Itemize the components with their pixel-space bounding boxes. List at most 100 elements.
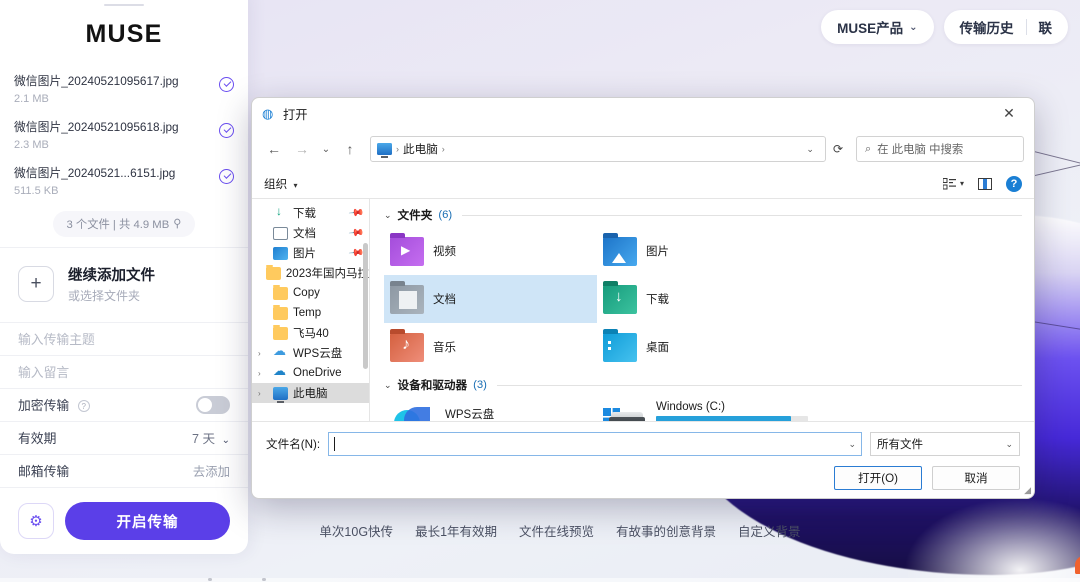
chevron-down-icon: ▾	[293, 180, 298, 190]
refresh-icon[interactable]: ⟳	[830, 142, 846, 156]
drives-grid: WPS云盘 双击进入WPS云盘 Windows (C:) 12.3 GB 可用，…	[384, 397, 1022, 421]
question-icon[interactable]: ?	[77, 400, 90, 413]
encrypt-label: 加密传输	[18, 398, 70, 414]
tree-item-marathon[interactable]: 2023年国内马拉	[252, 263, 369, 283]
desktop-folder-icon	[603, 328, 637, 362]
tile-label: 图片	[646, 246, 669, 258]
transfer-history-label: 传输历史	[959, 21, 1014, 36]
file-type-filter[interactable]: 所有文件 ⌄	[870, 432, 1020, 456]
tree-arrow[interactable]: ›	[258, 369, 268, 378]
music-folder-icon	[390, 328, 424, 362]
tree-arrow[interactable]: ›	[258, 389, 268, 398]
folder-tile-downloads[interactable]: 下载	[597, 275, 810, 323]
list-item[interactable]: 微信图片_20240521...6151.jpg 511.5 KB	[14, 159, 234, 205]
feature-strip: 单次10G快传 最长1年有效期 文件在线预览 有故事的创意背景 自定义背景	[250, 521, 870, 540]
tree-item-downloads[interactable]: 下载 📌	[252, 203, 369, 223]
folders-group-header[interactable]: ⌄ 文件夹 (6)	[384, 207, 1022, 223]
tree-item-temp[interactable]: Temp	[252, 303, 369, 323]
list-item[interactable]: 微信图片_20240521095618.jpg 2.3 MB	[14, 113, 234, 159]
forward-button[interactable]: →	[290, 136, 314, 162]
filter-value: 所有文件	[877, 439, 923, 451]
folder-tile-desktop[interactable]: 桌面	[597, 323, 810, 371]
resize-grip-icon[interactable]: ◢	[1024, 485, 1031, 496]
email-add-link[interactable]: 去添加	[193, 462, 230, 480]
add-files-row[interactable]: + 继续添加文件 或选择文件夹	[0, 248, 248, 323]
back-button[interactable]: ←	[262, 136, 286, 162]
pin-icon: 📌	[347, 204, 365, 222]
chevron-down-icon[interactable]: ⌄	[848, 439, 856, 450]
tree-item-label: 2023年国内马拉	[285, 268, 369, 280]
organize-menu[interactable]: 组织 ▾	[264, 176, 297, 192]
tree-item-copy[interactable]: Copy	[252, 283, 369, 303]
cancel-button[interactable]: 取消	[932, 466, 1020, 490]
help-icon[interactable]: ?	[1006, 175, 1022, 192]
subject-input[interactable]: 输入传输主题	[0, 323, 248, 356]
folder-tile-documents[interactable]: 文档	[384, 275, 597, 323]
validity-row[interactable]: 有效期 7 天 ⌄	[0, 422, 248, 455]
tree-item-pictures[interactable]: 图片 📌	[252, 243, 369, 263]
encrypt-label-wrap: 加密传输 ?	[18, 395, 90, 414]
tree-item-onedrive[interactable]: › OneDrive	[252, 363, 369, 383]
drive-tile-windows-c[interactable]: Windows (C:) 12.3 GB 可用，共 119 GB	[597, 397, 820, 421]
preview-pane-icon[interactable]	[978, 177, 992, 190]
tree-scrollbar[interactable]	[363, 243, 368, 369]
start-transfer-button[interactable]: 开启传输	[65, 502, 230, 541]
text-caret	[334, 437, 336, 451]
folder-tile-pictures[interactable]: 图片	[597, 227, 810, 275]
history-contact-group[interactable]: 传输历史 联	[943, 10, 1068, 44]
file-content-area: ⌄ 文件夹 (6) 视频 图片 文档	[370, 199, 1034, 421]
view-options-icon[interactable]: ▾	[942, 177, 964, 190]
plus-icon[interactable]: +	[18, 265, 54, 302]
message-input[interactable]: 输入留言	[0, 356, 248, 389]
folder-icon	[273, 324, 288, 340]
list-item[interactable]: 微信图片_20240521095617.jpg 2.1 MB	[14, 67, 234, 113]
tree-item-label: 此电脑	[293, 388, 328, 400]
drive-usage-bar	[656, 416, 808, 421]
gear-icon[interactable]: ⚙	[18, 503, 54, 540]
encrypt-toggle[interactable]	[196, 395, 230, 414]
validity-value-wrap[interactable]: 7 天 ⌄	[192, 428, 230, 447]
open-button[interactable]: 打开(O)	[834, 466, 922, 490]
tree-arrow[interactable]: ›	[258, 349, 268, 358]
drives-group-header[interactable]: ⌄ 设备和驱动器 (3)	[384, 377, 1022, 393]
tree-item-wps-cloud[interactable]: › WPS云盘	[252, 343, 369, 363]
tree-item-label: 文档	[293, 228, 316, 240]
drag-handle[interactable]	[104, 4, 144, 7]
this-pc-icon	[377, 143, 392, 158]
recent-locations-button[interactable]: ⌄	[318, 136, 334, 162]
tree-item-this-pc[interactable]: › 此电脑	[252, 383, 369, 403]
chat-bubble-icon[interactable]	[1075, 556, 1080, 574]
tree-item-feima40[interactable]: 飞马40	[252, 323, 369, 343]
chevron-down-icon[interactable]: ⌄	[384, 380, 392, 391]
folders-grid: 视频 图片 文档 下载 音乐	[384, 227, 1022, 371]
up-button[interactable]: ↑	[338, 136, 362, 162]
folder-tile-videos[interactable]: 视频	[384, 227, 597, 275]
breadcrumb[interactable]: 此电脑	[403, 141, 438, 157]
tree-item-label: WPS云盘	[293, 348, 343, 360]
close-icon[interactable]: ✕	[994, 102, 1024, 126]
feature-item: 自定义背景	[738, 525, 801, 539]
file-name: 微信图片_20240521...6151.jpg	[14, 165, 176, 180]
check-circle-icon	[219, 168, 234, 184]
view-options-glyph	[942, 177, 956, 189]
drive-tile-wps-cloud[interactable]: WPS云盘 双击进入WPS云盘	[384, 397, 597, 421]
dialog-buttons: 打开(O) 取消	[266, 466, 1020, 490]
group-name: 设备和驱动器	[397, 379, 468, 392]
filename-input[interactable]: ⌄	[328, 432, 862, 456]
muse-products-label: MUSE产品	[837, 21, 904, 36]
search-input[interactable]: ⌕ 在 此电脑 中搜索	[856, 136, 1024, 162]
validity-label: 有效期	[18, 431, 57, 447]
muse-products-menu[interactable]: MUSE产品 ⌄	[821, 10, 934, 44]
email-row: 邮箱传输 去添加	[0, 455, 248, 489]
drive-label: Windows (C:)	[656, 401, 726, 413]
preview-pane-glyph	[978, 177, 992, 190]
tree-item-documents[interactable]: 文档 📌	[252, 223, 369, 243]
page-title: MUSE	[85, 20, 163, 49]
folder-tile-music[interactable]: 音乐	[384, 323, 597, 371]
chevron-down-icon[interactable]: ⌄	[801, 144, 819, 155]
download-icon	[273, 204, 288, 220]
filename-row: 文件名(N): ⌄ 所有文件 ⌄	[266, 432, 1020, 456]
address-bar[interactable]: › 此电脑 › ⌄	[370, 136, 826, 162]
chevron-down-icon[interactable]: ⌄	[384, 210, 392, 221]
encrypt-row: 加密传输 ?	[0, 389, 248, 422]
